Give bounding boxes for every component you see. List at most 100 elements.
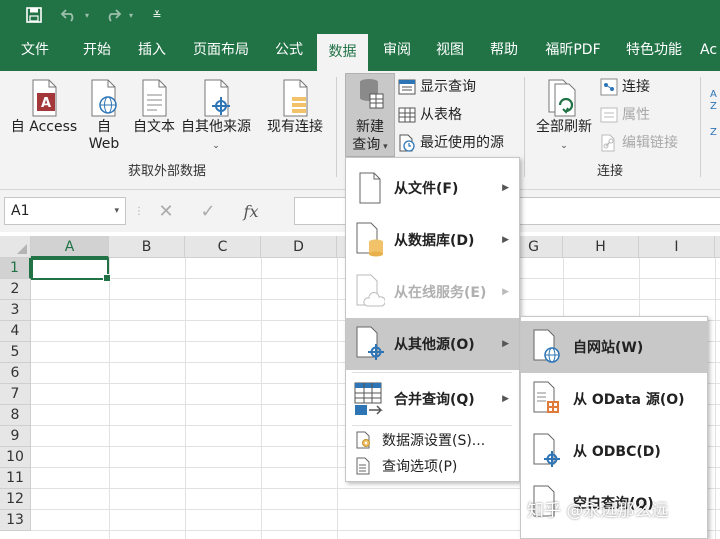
access-database-icon: A bbox=[32, 79, 57, 117]
row-header-3[interactable]: 3 bbox=[0, 300, 31, 321]
existing-connections-button[interactable]: 现有连接 bbox=[264, 79, 326, 136]
edit-links-icon bbox=[601, 134, 615, 152]
row-header-2[interactable]: 2 bbox=[0, 279, 31, 300]
column-header-h[interactable]: H bbox=[563, 236, 639, 258]
tab-data[interactable]: 数据 bbox=[317, 34, 368, 71]
submenu-arrow-icon: ▶ bbox=[502, 339, 509, 349]
tab-help[interactable]: 帮助 bbox=[479, 30, 529, 71]
show-queries-icon bbox=[398, 79, 416, 95]
submenu-item-from-web[interactable]: 自网站(W) bbox=[521, 321, 707, 373]
menu-item-from-other-sources[interactable]: 从其他源(O) ▶ bbox=[346, 318, 519, 370]
show-queries-button[interactable]: 显示查询 bbox=[398, 76, 476, 98]
row-header-6[interactable]: 6 bbox=[0, 363, 31, 384]
sort-az-icon[interactable]: AZZ bbox=[708, 83, 720, 143]
customize-toolbar-icon[interactable]: ≚ bbox=[150, 0, 164, 30]
tab-view[interactable]: 视图 bbox=[425, 30, 475, 71]
menu-item-from-database-label: 从数据库(D) bbox=[394, 233, 475, 249]
tab-special-features[interactable]: 特色功能 bbox=[618, 30, 690, 71]
row-header-10[interactable]: 10 bbox=[0, 447, 31, 468]
recent-sources-button[interactable]: 最近使用的源 bbox=[398, 132, 504, 154]
row-header-11[interactable]: 11 bbox=[0, 468, 31, 489]
submenu-item-from-odbc[interactable]: 从 ODBC(D) bbox=[521, 425, 707, 477]
from-access-button[interactable]: A 自 Access bbox=[8, 79, 80, 136]
row-header-5[interactable]: 5 bbox=[0, 342, 31, 363]
redo-icon[interactable] bbox=[100, 0, 126, 30]
more-options-icon[interactable]: ⋮ bbox=[134, 206, 144, 217]
submenu-arrow-icon: ▶ bbox=[502, 235, 509, 245]
menu-item-from-online-services-label: 从在线服务(E) bbox=[394, 285, 487, 301]
undo-icon[interactable] bbox=[56, 0, 82, 30]
tab-page-layout[interactable]: 页面布局 bbox=[186, 30, 256, 71]
column-header-b[interactable]: B bbox=[109, 236, 185, 258]
recent-sources-label: 最近使用的源 bbox=[420, 135, 504, 151]
tab-foxit-pdf[interactable]: 福昕PDF bbox=[538, 30, 608, 71]
row-header-9[interactable]: 9 bbox=[0, 426, 31, 447]
text-file-icon bbox=[142, 79, 167, 117]
show-queries-label: 显示查询 bbox=[420, 79, 476, 95]
from-table-button[interactable]: 从表格 bbox=[398, 104, 462, 126]
refresh-all-label: 全部刷新 bbox=[536, 119, 592, 135]
menu-item-from-online-services[interactable]: 从在线服务(E) ▶ bbox=[346, 266, 519, 318]
row-header-8[interactable]: 8 bbox=[0, 405, 31, 426]
column-header-j[interactable] bbox=[715, 236, 720, 258]
from-web-button[interactable]: 自 Web bbox=[86, 79, 122, 153]
from-table-label: 从表格 bbox=[420, 107, 462, 123]
tab-file[interactable]: 文件 bbox=[10, 30, 60, 71]
name-box[interactable]: A1 ▾ bbox=[4, 197, 126, 225]
tab-insert[interactable]: 插入 bbox=[127, 30, 177, 71]
table-icon bbox=[398, 107, 416, 123]
menu-item-from-file[interactable]: 从文件(F) ▶ bbox=[346, 162, 519, 214]
menu-item-query-options[interactable]: 查询选项(P) bbox=[346, 454, 519, 478]
connections-icon bbox=[600, 78, 618, 96]
existing-connections-label: 现有连接 bbox=[267, 119, 323, 135]
column-header-i[interactable]: I bbox=[639, 236, 715, 258]
column-header-d[interactable]: D bbox=[261, 236, 337, 258]
properties-button[interactable]: 属性 bbox=[600, 104, 650, 126]
row-header-13[interactable]: 13 bbox=[0, 510, 31, 531]
refresh-icon bbox=[548, 79, 576, 117]
from-other-sources-button[interactable]: 自其他来源 ⌄ bbox=[178, 79, 254, 155]
from-web-label-line2: Web bbox=[88, 136, 120, 152]
undo-dropdown-icon[interactable]: ▾ bbox=[82, 0, 92, 30]
new-query-icon bbox=[360, 79, 384, 109]
column-header-c[interactable]: C bbox=[185, 236, 261, 258]
odata-icon bbox=[533, 381, 559, 413]
new-query-menu: 从文件(F) ▶ 从数据库(D) ▶ 从在线服务(E) ▶ 从其他源(O) ▶ … bbox=[345, 157, 520, 482]
row-header-1[interactable]: 1 bbox=[0, 258, 31, 279]
row-header-4[interactable]: 4 bbox=[0, 321, 31, 342]
tab-home[interactable]: 开始 bbox=[72, 30, 122, 71]
submenu-item-from-odata[interactable]: 从 OData 源(O) bbox=[521, 373, 707, 425]
row-header-12[interactable]: 12 bbox=[0, 489, 31, 510]
from-text-button[interactable]: 自文本 bbox=[130, 79, 178, 136]
refresh-all-button[interactable]: 全部刷新 ⌄ bbox=[532, 79, 596, 155]
tab-review[interactable]: 审阅 bbox=[372, 30, 422, 71]
redo-dropdown-icon[interactable]: ▾ bbox=[126, 0, 136, 30]
cancel-icon[interactable]: ✕ bbox=[144, 201, 188, 222]
submenu-item-from-web-label: 自网站(W) bbox=[573, 340, 644, 356]
refresh-all-dropdown-icon: ⌄ bbox=[560, 141, 568, 151]
submenu-arrow-icon: ▶ bbox=[502, 183, 509, 193]
tab-overflow[interactable]: Ac bbox=[700, 30, 720, 71]
enter-icon[interactable]: ✓ bbox=[188, 201, 228, 222]
edit-links-label: 编辑链接 bbox=[622, 135, 678, 151]
select-all-corner[interactable] bbox=[0, 236, 31, 258]
query-options-icon bbox=[356, 457, 370, 475]
grid-column-line bbox=[715, 258, 716, 539]
connections-button[interactable]: 连接 bbox=[600, 76, 650, 98]
name-box-dropdown-icon[interactable]: ▾ bbox=[114, 198, 119, 224]
tab-formulas[interactable]: 公式 bbox=[264, 30, 314, 71]
row-header-7[interactable]: 7 bbox=[0, 384, 31, 405]
column-header-a[interactable]: A bbox=[31, 236, 109, 258]
menu-item-from-database[interactable]: 从数据库(D) ▶ bbox=[346, 214, 519, 266]
new-query-button[interactable]: 新建 查询 ▾ bbox=[345, 73, 395, 157]
web-icon bbox=[533, 329, 560, 363]
menu-item-data-source-settings[interactable]: 数据源设置(S)... bbox=[346, 428, 519, 452]
menu-item-combine-queries[interactable]: 合并查询(Q) ▶ bbox=[346, 373, 519, 425]
save-icon[interactable] bbox=[22, 0, 46, 30]
selected-cell-a1[interactable] bbox=[31, 258, 111, 282]
insert-function-icon[interactable]: fx bbox=[228, 202, 274, 221]
name-box-value: A1 bbox=[11, 203, 30, 219]
edit-links-button[interactable]: 编辑链接 bbox=[600, 132, 678, 154]
from-access-label: 自 Access bbox=[10, 119, 78, 135]
menu-item-data-source-settings-label: 数据源设置(S)... bbox=[382, 433, 486, 449]
